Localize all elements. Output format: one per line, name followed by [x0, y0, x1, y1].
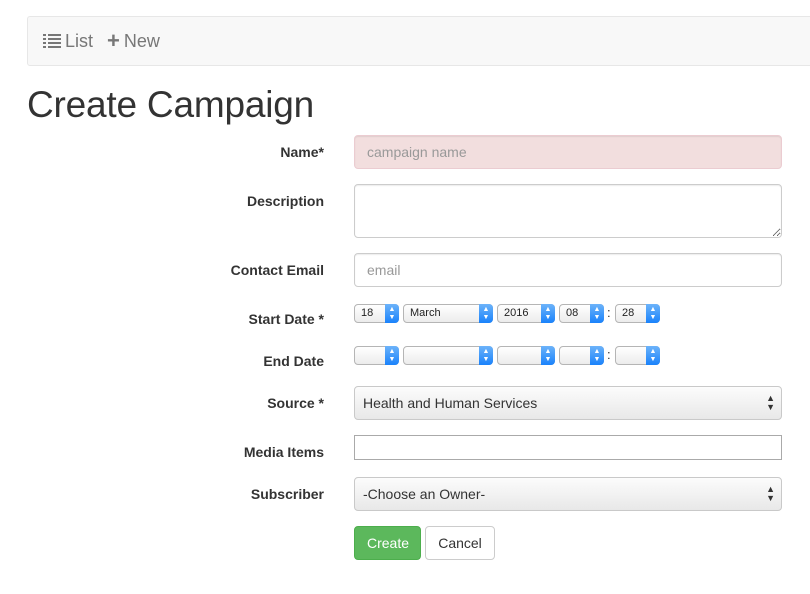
- top-navbar: List + New: [27, 16, 810, 66]
- time-separator: :: [607, 347, 611, 362]
- new-link-label: New: [123, 30, 160, 51]
- subscriber-select-value: -Choose an Owner-: [363, 486, 486, 502]
- subscriber-label: Subscriber: [250, 486, 324, 502]
- time-separator: :: [607, 305, 611, 320]
- source-select-value: Health and Human Services: [363, 395, 538, 411]
- list-link-label: List: [65, 30, 94, 51]
- contact-email-input[interactable]: [354, 253, 782, 287]
- end-date-label: End Date: [263, 353, 324, 369]
- name-input[interactable]: [354, 135, 782, 169]
- start-date-label: Start Date *: [248, 311, 324, 327]
- start-year-select[interactable]: 2016 ▲ ▼: [497, 304, 555, 323]
- new-link[interactable]: + New: [107, 30, 160, 52]
- start-minute-value: 28: [622, 307, 635, 319]
- select-arrows-icon: ▲ ▼: [590, 346, 604, 365]
- select-arrows-icon: ▲ ▼: [385, 346, 399, 365]
- plus-icon: +: [107, 28, 120, 53]
- select-arrows-icon: ▲ ▼: [646, 346, 660, 365]
- select-arrows-icon: ▲ ▼: [385, 304, 399, 323]
- page-title: Create Campaign: [27, 84, 314, 125]
- select-arrows-icon: ▲ ▼: [479, 304, 493, 323]
- start-hour-value: 08: [566, 307, 579, 319]
- select-arrows-icon: ▲ ▼: [541, 304, 555, 323]
- end-year-select[interactable]: ▲ ▼: [497, 346, 555, 365]
- subscriber-select[interactable]: -Choose an Owner- ▲ ▼: [354, 477, 782, 511]
- end-month-select[interactable]: ▲ ▼: [403, 346, 493, 365]
- name-label: Name*: [280, 144, 324, 160]
- create-button[interactable]: Create: [354, 526, 421, 560]
- contact-email-label: Contact Email: [230, 262, 324, 278]
- media-items-label: Media Items: [243, 444, 324, 460]
- chevron-updown-icon: ▲ ▼: [766, 484, 775, 503]
- chevron-updown-icon: ▲ ▼: [766, 393, 775, 412]
- list-link[interactable]: List: [43, 31, 93, 52]
- source-select[interactable]: Health and Human Services ▲ ▼: [354, 386, 782, 420]
- start-day-value: 18: [361, 307, 374, 319]
- start-month-select[interactable]: March ▲ ▼: [403, 304, 493, 323]
- description-textarea[interactable]: [354, 184, 782, 238]
- source-label: Source *: [267, 395, 324, 411]
- select-arrows-icon: ▲ ▼: [646, 304, 660, 323]
- select-arrows-icon: ▲ ▼: [590, 304, 604, 323]
- start-hour-select[interactable]: 08 ▲ ▼: [559, 304, 604, 323]
- select-arrows-icon: ▲ ▼: [479, 346, 493, 365]
- start-day-select[interactable]: 18 ▲ ▼: [354, 304, 399, 323]
- start-minute-select[interactable]: 28 ▲ ▼: [615, 304, 660, 323]
- end-hour-select[interactable]: ▲ ▼: [559, 346, 604, 365]
- start-year-value: 2016: [504, 307, 529, 319]
- select-arrows-icon: ▲ ▼: [541, 346, 555, 365]
- list-icon: [43, 33, 61, 49]
- description-label: Description: [246, 193, 324, 209]
- end-day-select[interactable]: ▲ ▼: [354, 346, 399, 365]
- media-items-input[interactable]: [354, 435, 782, 460]
- start-month-value: March: [410, 307, 441, 319]
- cancel-button[interactable]: Cancel: [425, 526, 495, 560]
- end-minute-select[interactable]: ▲ ▼: [615, 346, 660, 365]
